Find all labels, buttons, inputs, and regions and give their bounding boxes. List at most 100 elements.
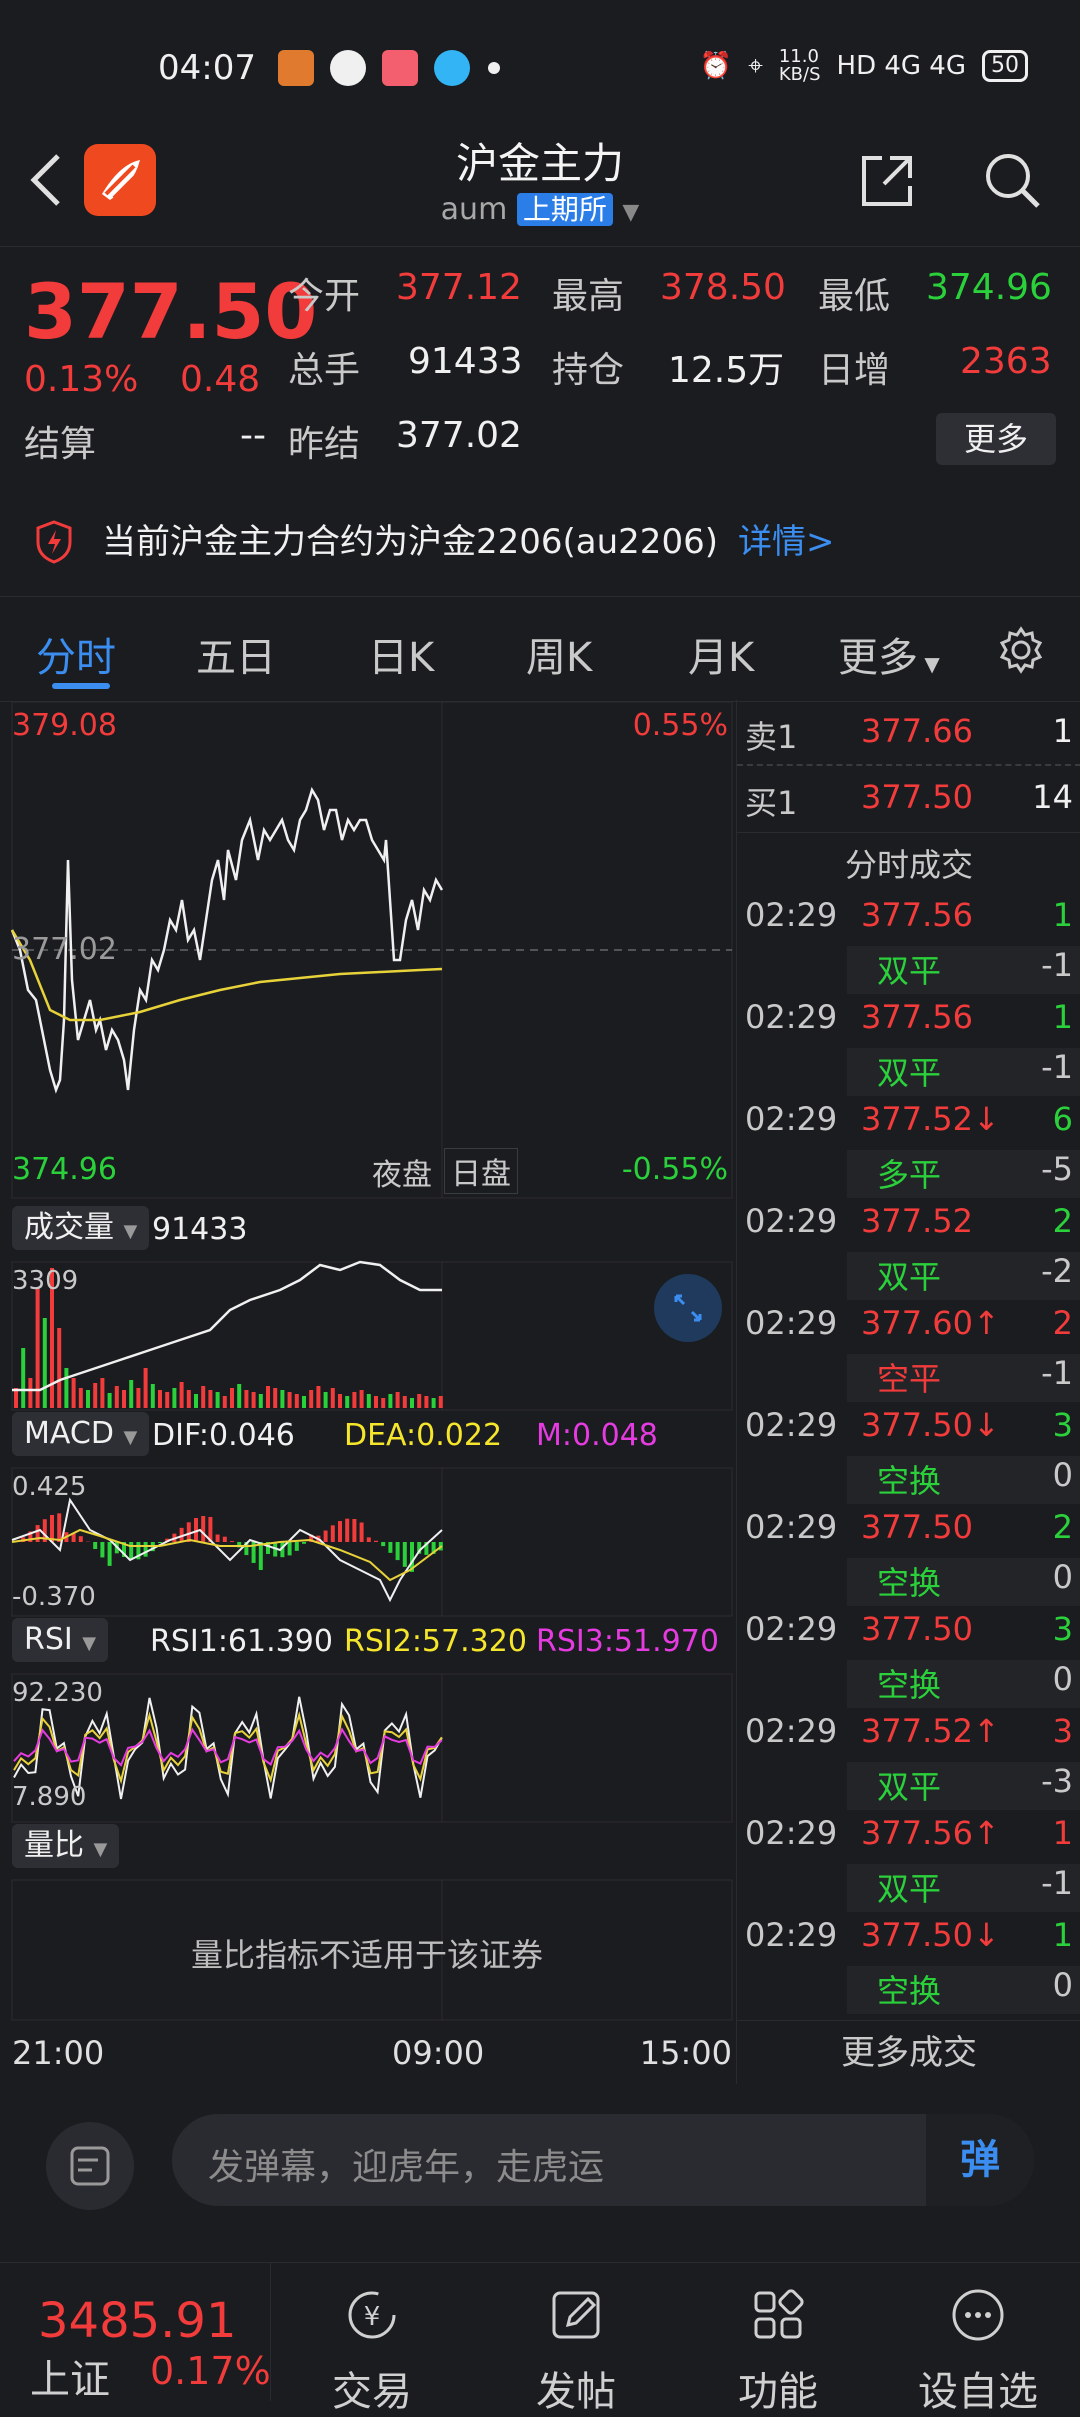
trade-time: 02:29 [745,1202,837,1240]
trade-row: 02:29377.561 [737,896,1080,948]
svg-text:¥: ¥ [364,2302,381,2332]
trade-direction-arrow: ↓ [973,1916,1000,1954]
trade-type: 双平 [877,1864,941,1910]
volume-bar [122,1390,126,1408]
chevron-down-icon[interactable]: ▼ [622,200,639,225]
trade-type: 空换 [877,1558,941,1604]
nav-add-watchlist[interactable]: 设自选 [908,2359,1048,2417]
more-dots-icon[interactable] [948,2285,1008,2345]
trade-oi-change: -2 [1041,1252,1073,1290]
trade-type: 双平 [877,946,941,992]
tab-monthly-k[interactable]: 月K [688,625,754,683]
index-value: 3485.91 [38,2293,237,2349]
buy1-price: 377.50 [861,778,973,816]
buy1-qty: 14 [1032,778,1073,816]
rsi-axis-bottom: 7.890 [12,1782,86,1812]
trade-type: 空换 [877,1456,941,1502]
trade-price: 377.52 [861,1202,973,1240]
trade-qty: 6 [1053,1100,1073,1138]
trade-type: 双平 [877,1048,941,1094]
volume-bar [86,1390,90,1408]
macd-bar [345,1519,349,1542]
trade-type: 多平 [877,1150,941,1196]
macd-select-label: MACD [24,1416,114,1451]
volume-bar [223,1396,227,1408]
tab-more[interactable]: 更多 ▼ [838,625,940,683]
macd-bar [79,1536,83,1542]
price-axis-top: 379.08 [12,708,117,743]
volume-bar [273,1388,277,1408]
post-edit-icon[interactable] [546,2285,606,2345]
macd-bar [396,1542,400,1560]
x-axis-mid: 09:00 [392,2034,484,2072]
danmaku-send-button[interactable]: 弹 [926,2114,1034,2206]
pct-axis-bottom: -0.55% [622,1152,728,1187]
intraday-chart[interactable]: 379.08 377.02 374.96 0.55% -0.55% 夜盘 日盘 … [0,700,734,2084]
settings-gear-icon[interactable] [996,625,1046,675]
trade-price: 377.50 [861,1508,973,1546]
rsi-indicator-select[interactable]: RSI ▼ [12,1618,108,1662]
trade-icon[interactable]: ¥ [342,2285,402,2345]
macd-indicator-select[interactable]: MACD ▼ [12,1412,149,1456]
low-value: 374.96 [926,267,1052,308]
volume-bar [216,1392,220,1408]
search-icon[interactable] [980,148,1044,212]
trade-direction-arrow: ↓ [973,1100,1000,1138]
volume-bar [144,1368,148,1408]
rsi1-value: RSI1:61.390 [150,1624,333,1659]
trade-oi-change: 0 [1053,1456,1073,1494]
volume-bar [374,1396,378,1408]
volume-panel-frame [12,1262,732,1410]
high-label: 最高 [552,267,624,319]
bottom-nav: 3485.91 上证 0.17% ¥ 交易 发帖 功能 设自选 [0,2262,1080,2401]
index-ticker[interactable]: 3485.91 上证 0.17% [0,2263,271,2401]
macd-bar [324,1531,328,1542]
notice-detail-link[interactable]: 详情> [738,522,835,562]
price-axis-bottom: 374.96 [12,1152,117,1187]
tab-intraday[interactable]: 分时 [36,625,116,683]
trade-type-row: 双平-1 [847,1864,1080,1912]
volume-bar [396,1392,400,1408]
nav-trade[interactable]: 交易 [302,2359,442,2417]
caret-down-icon: ▼ [94,1839,108,1860]
volume-bar [57,1328,61,1408]
notice-bar[interactable]: 当前沪金主力合约为沪金2206(au2206)详情> [0,486,1080,586]
volume-bar [252,1392,256,1408]
macd-bar [403,1542,407,1567]
tab-five-day[interactable]: 五日 [196,625,276,683]
day-session-button[interactable]: 日盘 [444,1148,518,1194]
danmaku-input[interactable]: 发弹幕，迎虎年，走虎运 弹 [172,2114,1034,2206]
volume-bar [201,1386,205,1408]
expand-chart-button[interactable] [654,1274,722,1342]
volume-bar [43,1318,47,1408]
macd-bar [331,1525,335,1542]
trade-price: 377.56 [861,998,973,1036]
tab-daily-k[interactable]: 日K [368,625,434,683]
tab-weekly-k[interactable]: 周K [526,625,592,683]
functions-grid-icon[interactable] [748,2285,808,2345]
share-icon[interactable] [856,148,920,212]
nav-functions[interactable]: 功能 [708,2359,848,2417]
volume-bar [129,1380,133,1408]
macd-bar [338,1521,342,1542]
volume-bar [151,1384,155,1408]
macd-bar [100,1542,104,1557]
volume-bar [352,1392,356,1408]
open-value: 377.12 [396,267,522,308]
trade-row: 02:29377.50↓1 [737,1916,1080,1968]
trade-oi-change: -3 [1041,1762,1073,1800]
more-quote-button[interactable]: 更多 [936,413,1056,465]
notification-app-icon [278,50,314,86]
volume-bar [237,1384,241,1408]
comment-history-button[interactable] [46,2122,134,2210]
x-axis-start: 21:00 [12,2034,104,2072]
volume-axis-max: 3309 [12,1266,78,1296]
volume-indicator-select[interactable]: 成交量 ▼ [12,1206,149,1250]
macd-dea-value: DEA:0.022 [344,1418,502,1453]
more-trades-button[interactable]: 更多成交 [737,2020,1080,2085]
ratio-indicator-select[interactable]: 量比 ▼ [12,1824,119,1868]
macd-axis-top: 0.425 [12,1472,86,1502]
qq-icon [434,50,470,86]
trade-price-value: 377.50 [861,1916,973,1954]
nav-post[interactable]: 发帖 [506,2359,646,2417]
